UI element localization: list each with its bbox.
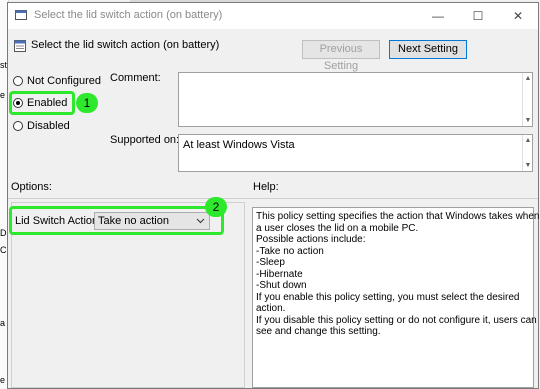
annotation-badge-1: 1: [76, 93, 98, 113]
scroll-down-arrow-icon[interactable]: ▼: [523, 160, 533, 171]
section-divider: [8, 198, 538, 199]
radio-circle[interactable]: [13, 121, 23, 131]
background-fragment: e: [0, 375, 6, 385]
scroll-down-arrow-icon[interactable]: ▼: [523, 115, 533, 126]
supported-on-value: At least Windows Vista: [183, 139, 295, 151]
previous-setting-button[interactable]: Previous Setting: [302, 40, 380, 72]
annotation-highlight-1: [9, 91, 75, 115]
background-fragment: e: [0, 90, 6, 100]
radio-label: Not Configured: [27, 75, 101, 87]
help-text: This policy setting specifies the action…: [256, 211, 540, 338]
help-line: -Take no action: [256, 245, 324, 257]
help-line: If you disable this policy setting or do…: [256, 314, 537, 326]
supported-on-label: Supported on:: [110, 134, 180, 146]
title-bar[interactable]: Select the lid switch action (on battery…: [8, 3, 538, 29]
policy-setting-icon: [14, 40, 26, 52]
radio-label: Disabled: [27, 120, 70, 132]
radio-circle[interactable]: [13, 76, 23, 86]
maximize-button[interactable]: ☐: [458, 3, 498, 29]
help-text-box: This policy setting specifies the action…: [252, 207, 540, 388]
help-line: -Hibernate: [256, 268, 303, 280]
supported-scrollbar[interactable]: ▲ ▼: [522, 135, 532, 171]
supported-on-field: At least Windows Vista ▲ ▼: [178, 134, 533, 172]
options-label: Options:: [11, 181, 52, 193]
annotation-badge-2: 2: [205, 197, 227, 217]
background-fragment: C: [0, 245, 7, 255]
radio-disabled[interactable]: Disabled: [13, 120, 83, 133]
policy-icon: [15, 10, 27, 20]
help-line: -Sleep: [256, 257, 285, 268]
background-fragment: st: [0, 60, 8, 70]
help-line: a user closes the lid on a mobile PC.: [256, 222, 419, 234]
comment-scrollbar[interactable]: ▲ ▼: [522, 73, 532, 126]
comment-label: Comment:: [110, 72, 161, 84]
help-line: -Shut down: [256, 280, 307, 291]
help-label: Help:: [253, 181, 279, 193]
help-line: If you enable this policy setting, you m…: [256, 291, 520, 303]
help-line: see and change this setting.: [256, 326, 381, 337]
minimize-button[interactable]: —: [418, 3, 458, 29]
radio-not-configured[interactable]: Not Configured: [13, 75, 113, 88]
policy-dialog: Select the lid switch action (on battery…: [7, 2, 539, 389]
scroll-up-arrow-icon[interactable]: ▲: [523, 135, 533, 146]
next-setting-button[interactable]: Next Setting: [389, 40, 467, 59]
close-button[interactable]: ✕: [498, 3, 538, 29]
background-fragment: a: [0, 318, 6, 328]
policy-name: Select the lid switch action (on battery…: [31, 39, 220, 51]
help-line: Possible actions include:: [256, 234, 366, 245]
scroll-up-arrow-icon[interactable]: ▲: [523, 73, 533, 84]
help-line: action.: [256, 303, 286, 314]
background-fragment: D: [0, 228, 7, 238]
comment-field[interactable]: ▲ ▼: [178, 72, 533, 127]
help-line: This policy setting specifies the action…: [256, 211, 540, 222]
window-title: Select the lid switch action (on battery…: [34, 9, 223, 21]
annotation-highlight-2: [9, 206, 224, 235]
